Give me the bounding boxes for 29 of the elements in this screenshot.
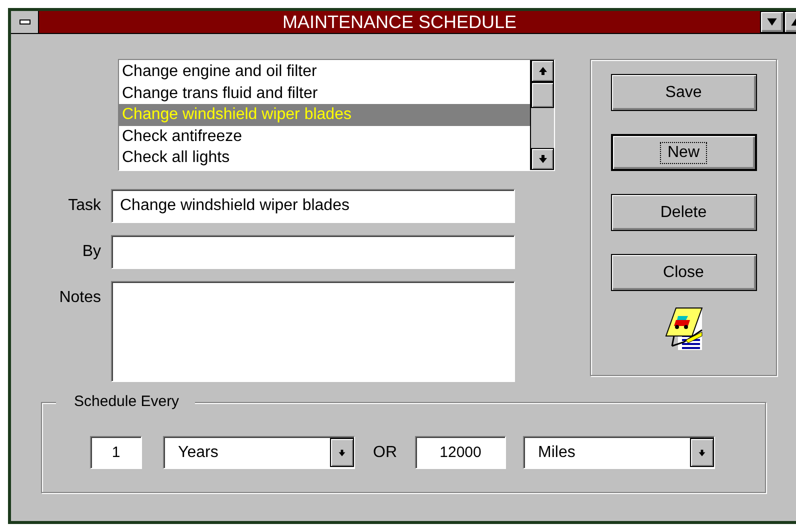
input-field[interactable]: Change windshield wiper blades bbox=[111, 189, 515, 223]
scrollbar[interactable] bbox=[530, 60, 554, 170]
dialog-button[interactable]: Save bbox=[610, 74, 756, 111]
scroll-thumb[interactable] bbox=[531, 82, 554, 108]
window-title: MAINTENANCE SCHEDULE bbox=[281, 12, 518, 32]
field-label: By bbox=[81, 242, 102, 262]
up-arrow-icon bbox=[538, 66, 548, 76]
down-arrow-icon bbox=[538, 154, 548, 164]
input-field[interactable] bbox=[111, 235, 515, 269]
dialog-button[interactable]: Delete bbox=[610, 194, 756, 231]
dialog-button[interactable]: New bbox=[610, 134, 756, 171]
system-menu-button[interactable] bbox=[11, 11, 39, 33]
minimize-button[interactable] bbox=[760, 11, 784, 33]
dash-icon bbox=[18, 19, 30, 25]
down-arrow-icon bbox=[338, 448, 346, 456]
notes-field[interactable] bbox=[111, 281, 515, 382]
caret-icon bbox=[766, 16, 778, 28]
unit-dropdown[interactable]: Years bbox=[163, 436, 355, 469]
field-label: Notes bbox=[58, 288, 102, 308]
notepad-car-icon bbox=[664, 306, 704, 352]
field-label: Task bbox=[67, 196, 102, 216]
or-label: OR bbox=[373, 444, 397, 462]
dialog-button[interactable]: Close bbox=[610, 254, 756, 291]
distance-field[interactable]: 12000 bbox=[415, 436, 506, 469]
interval-field[interactable]: 1 bbox=[90, 436, 142, 469]
list-item[interactable]: Change windshield wiper blades bbox=[119, 104, 530, 126]
group-title: Schedule Every bbox=[56, 393, 196, 410]
down-arrow-icon bbox=[698, 448, 706, 456]
distance-unit-dropdown[interactable]: Miles bbox=[523, 436, 715, 469]
